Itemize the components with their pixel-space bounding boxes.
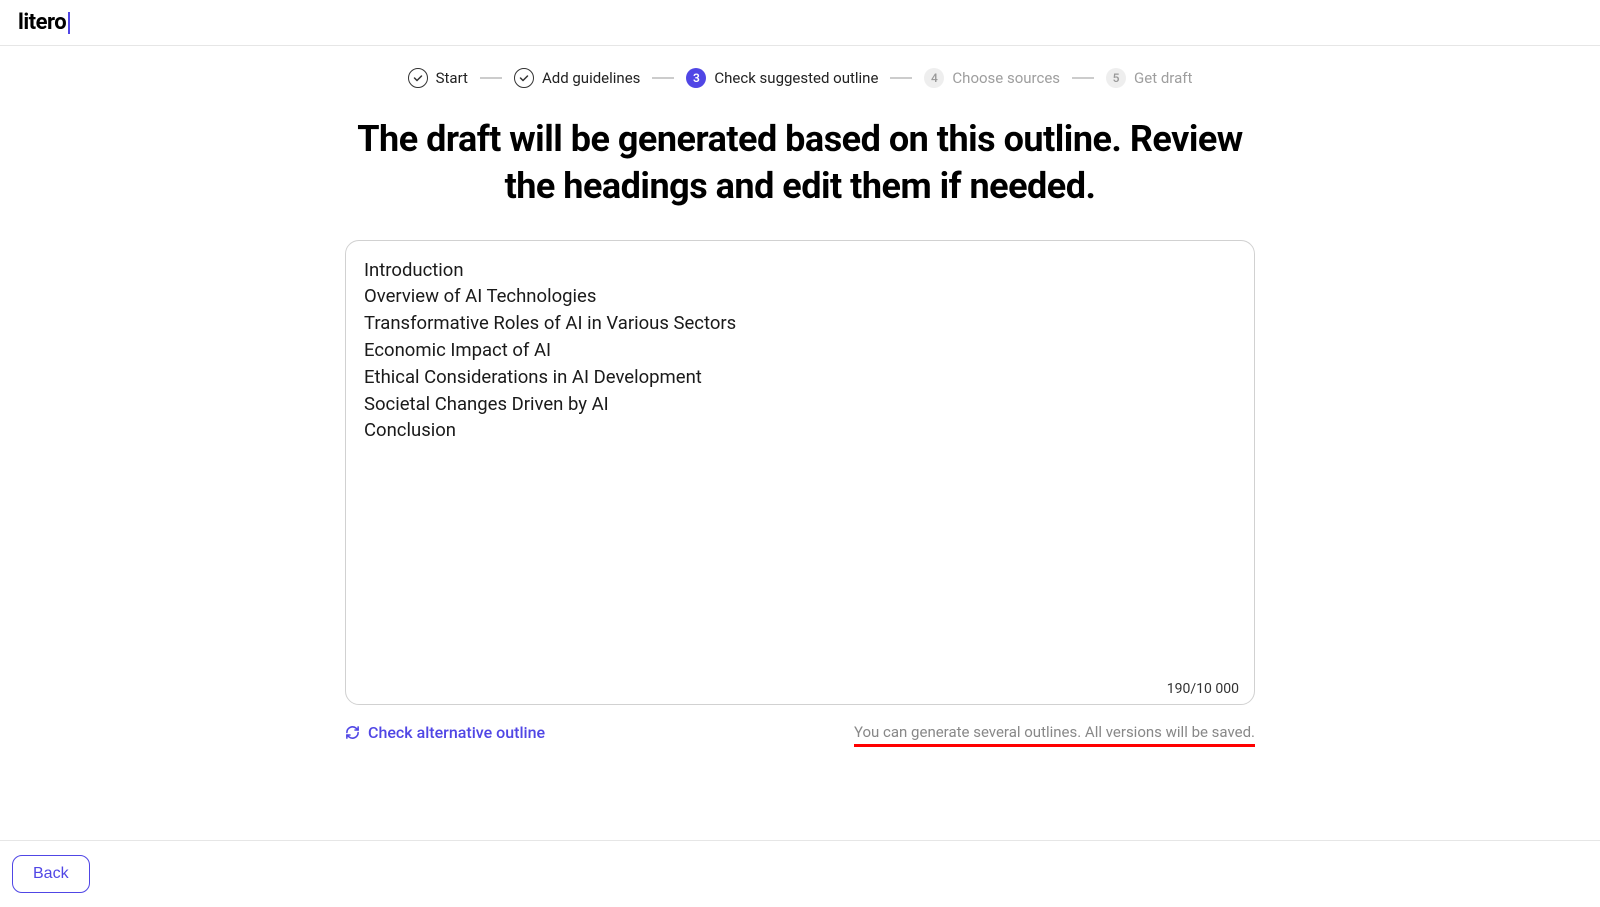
step-label: Add guidelines — [542, 69, 640, 87]
outline-container: 190/10 000 — [345, 240, 1255, 709]
step-number: 4 — [924, 68, 944, 88]
outline-textarea[interactable] — [345, 240, 1255, 705]
logo-cursor-icon — [68, 12, 70, 34]
step-outline[interactable]: 3 Check suggested outline — [686, 68, 878, 88]
back-button[interactable]: Back — [12, 855, 90, 893]
step-connector — [890, 77, 912, 79]
step-start[interactable]: Start — [408, 68, 468, 88]
step-sources: 4 Choose sources — [924, 68, 1060, 88]
hint-text: You can generate several outlines. All v… — [854, 723, 1255, 741]
stepper: Start Add guidelines 3 Check suggested o… — [0, 46, 1600, 106]
step-connector — [1072, 77, 1094, 79]
step-label: Get draft — [1134, 69, 1192, 87]
step-guidelines[interactable]: Add guidelines — [514, 68, 640, 88]
logo-text: litero — [18, 10, 66, 35]
bottom-bar: Back — [0, 840, 1600, 907]
check-alternative-outline-link[interactable]: Check alternative outline — [345, 723, 545, 742]
alt-outline-label: Check alternative outline — [368, 723, 545, 742]
step-connector — [480, 77, 502, 79]
char-counter: 190/10 000 — [1167, 681, 1239, 697]
step-number: 5 — [1106, 68, 1126, 88]
step-draft: 5 Get draft — [1106, 68, 1192, 88]
outline-actions-row: Check alternative outline You can genera… — [345, 723, 1255, 742]
step-label: Start — [436, 69, 468, 87]
step-connector — [652, 77, 674, 79]
refresh-icon — [345, 725, 360, 740]
step-label: Choose sources — [952, 69, 1060, 87]
step-label: Check suggested outline — [714, 69, 878, 87]
page-title: The draft will be generated based on thi… — [350, 116, 1250, 210]
header: litero — [0, 0, 1600, 46]
annotation-underline — [854, 744, 1255, 747]
check-icon — [514, 68, 534, 88]
step-number-active: 3 — [686, 68, 706, 88]
logo: litero — [18, 10, 70, 35]
check-icon — [408, 68, 428, 88]
